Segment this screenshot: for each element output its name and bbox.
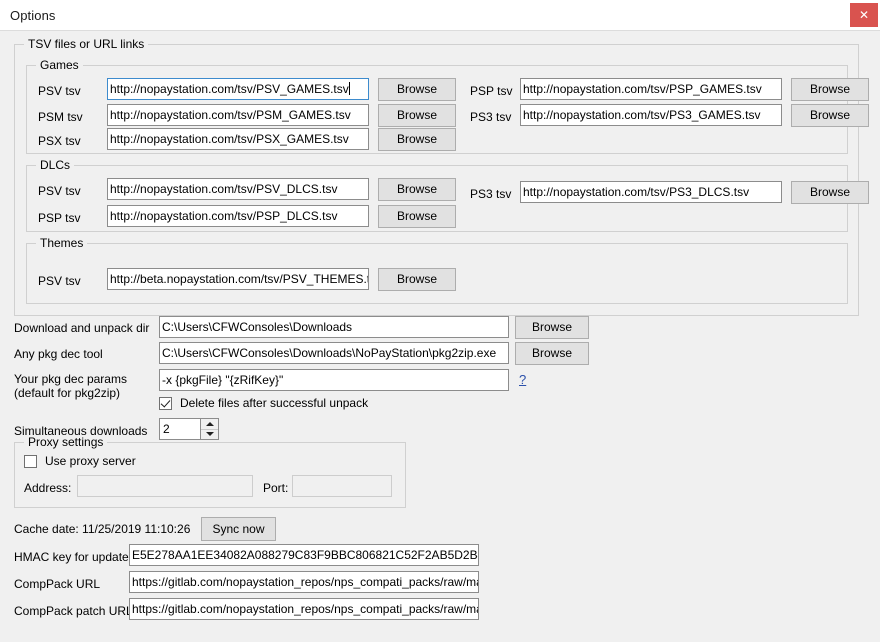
browse-button-themes-psv[interactable]: Browse <box>378 268 456 291</box>
label-proxy-port: Port: <box>263 481 289 495</box>
input-pkg-dec-params[interactable]: -x {pkgFile} "{zRifKey}" <box>159 369 509 391</box>
group-proxy-settings-label: Proxy settings <box>24 435 108 449</box>
label-comppack-patch-url: CompPack patch URL <box>14 604 133 618</box>
group-themes-label: Themes <box>36 236 88 250</box>
group-tsv-files: TSV files or URL links Games PSV tsv htt… <box>14 37 869 316</box>
spinner-down-icon[interactable] <box>201 429 218 439</box>
browse-button-games-psv[interactable]: Browse <box>378 78 456 101</box>
group-dlcs: DLCs PSV tsv http://nopaystation.com/tsv… <box>26 158 869 232</box>
options-dialog: Options ✕ TSV files or URL links Games P… <box>0 0 880 642</box>
label-dlcs-psv: PSV tsv <box>38 184 81 198</box>
browse-button-games-psp[interactable]: Browse <box>791 78 869 101</box>
label-dlcs-psp: PSP tsv <box>38 211 81 225</box>
input-games-psv[interactable]: http://nopaystation.com/tsv/PSV_GAMES.ts… <box>107 78 369 100</box>
browse-button-dlcs-ps3[interactable]: Browse <box>791 181 869 204</box>
spinner-value[interactable]: 2 <box>160 419 200 439</box>
group-proxy-settings: Proxy settings Use proxy server Address:… <box>14 435 406 508</box>
spinner-simultaneous-downloads[interactable]: 2 <box>159 418 219 440</box>
checkbox-label-use-proxy-server: Use proxy server <box>45 454 136 468</box>
label-pkg-dec-tool: Any pkg dec tool <box>14 347 103 361</box>
dialog-client-area: TSV files or URL links Games PSV tsv htt… <box>0 31 880 642</box>
input-proxy-port[interactable] <box>292 475 392 497</box>
browse-button-dlcs-psv[interactable]: Browse <box>378 178 456 201</box>
checkbox-use-proxy-server[interactable]: Use proxy server <box>24 454 136 468</box>
checkbox-box-delete-after-unpack[interactable] <box>159 396 172 410</box>
group-tsv-files-label: TSV files or URL links <box>24 37 149 51</box>
input-download-dir[interactable]: C:\Users\CFWConsoles\Downloads <box>159 316 509 338</box>
label-download-dir: Download and unpack dir <box>14 321 150 335</box>
checkbox-box-use-proxy-server[interactable] <box>24 454 37 468</box>
label-games-psx: PSX tsv <box>38 134 81 148</box>
pkg-dec-params-help-link[interactable]: ? <box>519 372 526 387</box>
label-hmac-key: HMAC key for updates <box>14 550 135 564</box>
spinner-buttons <box>200 419 218 439</box>
input-comppack-url[interactable]: https://gitlab.com/nopaystation_repos/np… <box>129 571 479 593</box>
label-pkg-dec-params-line2: (default for pkg2zip) <box>14 386 121 400</box>
input-dlcs-ps3[interactable]: http://nopaystation.com/tsv/PS3_DLCS.tsv <box>520 181 782 203</box>
label-proxy-address: Address: <box>24 481 72 495</box>
browse-button-dlcs-psp[interactable]: Browse <box>378 205 456 228</box>
input-games-psm[interactable]: http://nopaystation.com/tsv/PSM_GAMES.ts… <box>107 104 369 126</box>
browse-button-games-psx[interactable]: Browse <box>378 128 456 151</box>
input-pkg-dec-tool[interactable]: C:\Users\CFWConsoles\Downloads\NoPayStat… <box>159 342 509 364</box>
label-dlcs-ps3: PS3 tsv <box>470 187 512 201</box>
close-icon[interactable]: ✕ <box>850 3 878 27</box>
spinner-up-icon[interactable] <box>201 419 218 430</box>
group-games: Games PSV tsv http://nopaystation.com/ts… <box>26 58 869 154</box>
label-games-psv: PSV tsv <box>38 84 81 98</box>
group-games-label: Games <box>36 58 83 72</box>
label-games-psm: PSM tsv <box>38 110 83 124</box>
checkbox-label-delete-after-unpack: Delete files after successful unpack <box>180 396 369 410</box>
checkbox-delete-after-unpack[interactable]: Delete files after successful unpack <box>159 396 368 410</box>
input-comppack-patch-url[interactable]: https://gitlab.com/nopaystation_repos/np… <box>129 598 479 620</box>
input-games-psx[interactable]: http://nopaystation.com/tsv/PSX_GAMES.ts… <box>107 128 369 150</box>
label-themes-psv: PSV tsv <box>38 274 81 288</box>
group-dlcs-label: DLCs <box>36 158 75 172</box>
input-dlcs-psp[interactable]: http://nopaystation.com/tsv/PSP_DLCS.tsv <box>107 205 369 227</box>
group-themes: Themes PSV tsv http://beta.nopaystation.… <box>26 236 848 304</box>
label-games-ps3: PS3 tsv <box>470 110 512 124</box>
input-games-ps3[interactable]: http://nopaystation.com/tsv/PS3_GAMES.ts… <box>520 104 782 126</box>
cache-date-text: Cache date: 11/25/2019 11:10:26 <box>14 522 191 536</box>
browse-button-games-ps3[interactable]: Browse <box>791 104 869 127</box>
input-games-psp[interactable]: http://nopaystation.com/tsv/PSP_GAMES.ts… <box>520 78 782 100</box>
text-caret <box>348 82 350 95</box>
window-title: Options <box>10 8 56 23</box>
input-themes-psv[interactable]: http://beta.nopaystation.com/tsv/PSV_THE… <box>107 268 369 290</box>
input-proxy-address[interactable] <box>77 475 253 497</box>
title-bar: Options ✕ <box>0 0 880 31</box>
sync-now-button[interactable]: Sync now <box>201 517 276 541</box>
browse-button-download-dir[interactable]: Browse <box>515 316 589 339</box>
browse-button-games-psm[interactable]: Browse <box>378 104 456 127</box>
label-comppack-url: CompPack URL <box>14 577 101 591</box>
browse-button-pkg-dec-tool[interactable]: Browse <box>515 342 589 365</box>
label-pkg-dec-params-line1: Your pkg dec params <box>14 372 127 386</box>
input-dlcs-psv[interactable]: http://nopaystation.com/tsv/PSV_DLCS.tsv <box>107 178 369 200</box>
label-games-psp: PSP tsv <box>470 84 513 98</box>
input-hmac-key[interactable]: E5E278AA1EE34082A088279C83F9BBC806821C52… <box>129 544 479 566</box>
